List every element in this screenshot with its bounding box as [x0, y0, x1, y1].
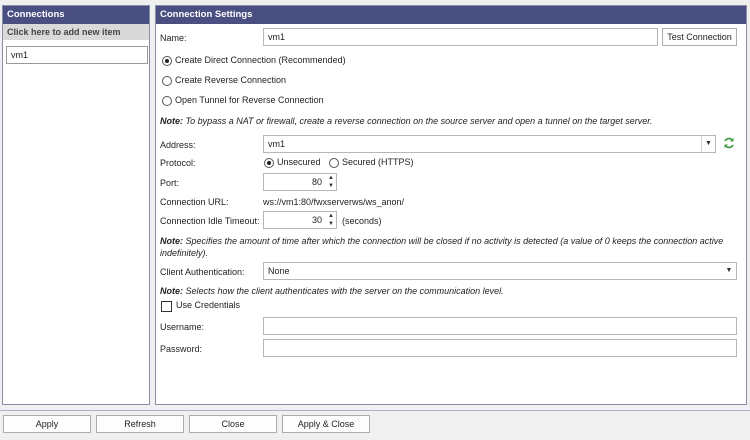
radio-reverse-label: Create Reverse Connection [175, 75, 287, 85]
timeout-down-icon[interactable]: ▼ [328, 221, 334, 227]
radio-unsecured-label: Unsecured [277, 157, 321, 167]
radio-unsecured[interactable]: Unsecured [263, 157, 323, 169]
username-label: Username: [160, 322, 205, 332]
connection-url-value: ws://vm1:80/fwxserverws/ws_anon/ [263, 197, 405, 207]
protocol-label: Protocol: [160, 158, 196, 168]
radio-reverse-indicator[interactable] [162, 76, 172, 86]
address-label: Address: [160, 140, 196, 150]
port-spin-buttons[interactable]: ▲ ▼ [326, 174, 336, 190]
radio-direct-connection[interactable]: Create Direct Connection (Recommended) [160, 55, 380, 67]
idle-timeout-label: Connection Idle Timeout: [160, 216, 260, 226]
name-label: Name: [160, 33, 187, 43]
username-field[interactable] [263, 317, 737, 335]
timeout-note-line2: indefinitely). [160, 248, 209, 258]
use-credentials-checkbox[interactable]: Use Credentials [160, 300, 260, 313]
add-new-item[interactable]: Click here to add new item [3, 24, 149, 40]
idle-timeout-value: 30 [311, 215, 322, 225]
address-value: vm1 [268, 139, 286, 149]
settings-header: Connection Settings [156, 6, 746, 24]
radio-direct-indicator[interactable] [162, 56, 172, 66]
port-value: 80 [311, 177, 322, 187]
address-combobox[interactable]: vm1 ▼ [263, 135, 716, 153]
chevron-down-icon[interactable]: ▼ [722, 263, 736, 279]
test-connection-button[interactable]: Test Connection [662, 28, 737, 46]
radio-reverse-connection[interactable]: Create Reverse Connection [160, 75, 380, 87]
name-field[interactable]: vm1 [263, 28, 658, 46]
auth-note-text: Selects how the client authenticates wit… [183, 286, 504, 296]
port-label: Port: [160, 178, 180, 188]
timeout-up-icon[interactable]: ▲ [328, 213, 334, 219]
chevron-down-icon[interactable]: ▼ [701, 136, 715, 152]
connection-url-label: Connection URL: [160, 197, 229, 207]
connection-item-vm1[interactable]: vm1 [6, 46, 148, 64]
connections-header: Connections [3, 6, 149, 24]
client-auth-dropdown[interactable]: None ▼ [263, 262, 737, 280]
bypass-note-bold: Note: [160, 116, 183, 126]
connections-panel: Connections Click here to add new item v… [2, 5, 150, 405]
client-auth-value: None [268, 266, 290, 276]
client-auth-label: Client Authentication: [160, 267, 245, 277]
refresh-button[interactable]: Refresh [96, 415, 184, 433]
radio-open-tunnel[interactable]: Open Tunnel for Reverse Connection [160, 95, 380, 107]
auth-note-bold: Note: [160, 286, 183, 296]
port-up-icon[interactable]: ▲ [328, 175, 334, 181]
auth-note: Note: Selects how the client authenticat… [160, 286, 504, 296]
use-credentials-box[interactable] [161, 301, 172, 312]
timeout-note: Note: Specifies the amount of time after… [160, 236, 723, 246]
bypass-note-text: To bypass a NAT or firewall, create a re… [183, 116, 653, 126]
apply-and-close-button[interactable]: Apply & Close [282, 415, 370, 433]
radio-secured-https[interactable]: Secured (HTTPS) [328, 157, 418, 169]
refresh-icon[interactable] [722, 136, 736, 150]
radio-unsecured-indicator[interactable] [264, 158, 274, 168]
radio-direct-label: Create Direct Connection (Recommended) [175, 55, 346, 65]
timeout-spin-buttons[interactable]: ▲ ▼ [326, 212, 336, 228]
password-label: Password: [160, 344, 203, 354]
password-field[interactable] [263, 339, 737, 357]
port-down-icon[interactable]: ▼ [328, 183, 334, 189]
radio-secured-indicator[interactable] [329, 158, 339, 168]
timeout-note-line1: Specifies the amount of time after which… [183, 236, 724, 246]
timeout-note-bold: Note: [160, 236, 183, 246]
timeout-unit-label: (seconds) [342, 216, 382, 226]
radio-tunnel-indicator[interactable] [162, 96, 172, 106]
apply-button[interactable]: Apply [3, 415, 91, 433]
close-button[interactable]: Close [189, 415, 277, 433]
use-credentials-label: Use Credentials [176, 300, 241, 310]
bypass-note: Note: To bypass a NAT or firewall, creat… [160, 116, 652, 126]
radio-tunnel-label: Open Tunnel for Reverse Connection [175, 95, 324, 105]
radio-secured-label: Secured (HTTPS) [342, 157, 414, 167]
